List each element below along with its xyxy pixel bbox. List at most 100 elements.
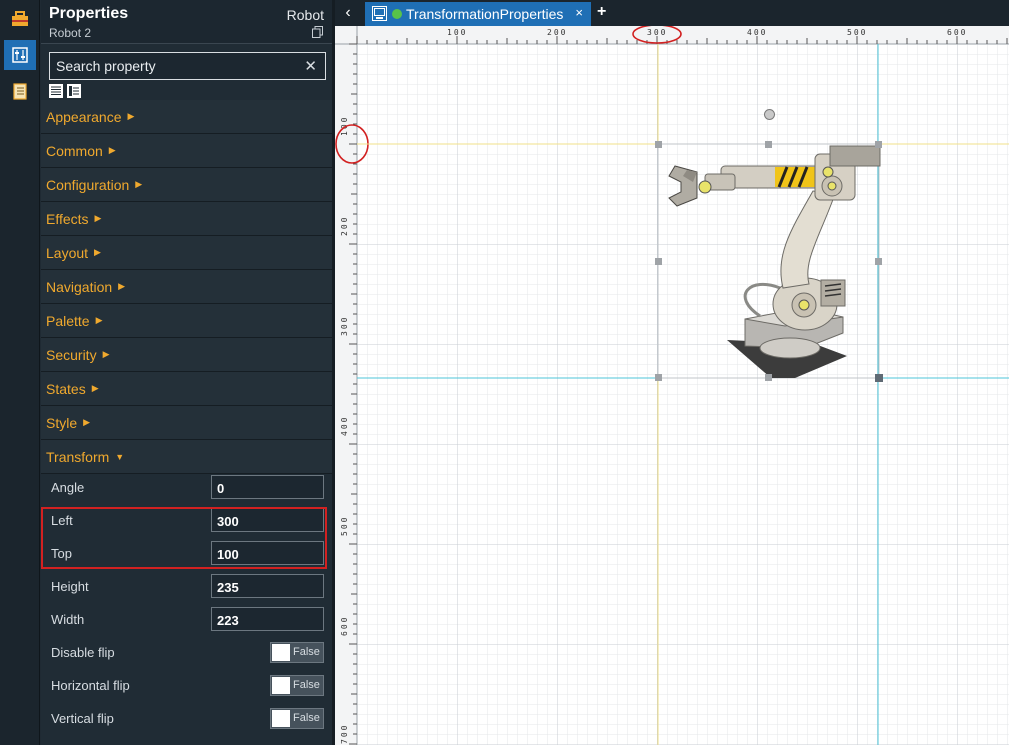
list-view-icon[interactable] (49, 84, 63, 98)
resize-handle-s[interactable] (765, 374, 772, 381)
toolbox-button[interactable] (4, 4, 36, 34)
property-width: Width 223 (41, 602, 332, 635)
property-label: Left (51, 513, 73, 528)
height-input[interactable]: 235 (211, 574, 324, 598)
copy-icon[interactable] (312, 26, 323, 38)
toggle-knob (272, 644, 290, 661)
section-label: Style (46, 414, 78, 431)
ruler-label-v-500: 500 (340, 516, 349, 536)
clear-search-icon[interactable]: ✕ (304, 57, 317, 75)
resize-handle-sw[interactable] (655, 374, 662, 381)
section-label: Common (46, 142, 103, 159)
selected-object-type: Robot (286, 7, 324, 23)
caret-right-icon: ▶ (127, 111, 135, 121)
hazard-stripes (775, 166, 815, 188)
section-label: Layout (46, 244, 89, 261)
properties-button[interactable] (4, 40, 36, 70)
section-common[interactable]: Common ▶ (41, 134, 332, 168)
notebook-icon (13, 82, 27, 100)
horizontal-flip-toggle[interactable]: False (270, 675, 324, 696)
section-navigation[interactable]: Navigation ▶ (41, 270, 332, 304)
section-transform[interactable]: Transform ▼ (41, 440, 332, 474)
ruler-label-v-300: 300 (340, 316, 349, 336)
section-label: Navigation (46, 278, 113, 295)
resize-handle-ne[interactable] (875, 141, 882, 148)
document-tabbar: ‹ TransformationProperties × + (335, 0, 1009, 26)
property-height: Height 235 (41, 569, 332, 602)
section-layout[interactable]: Layout ▶ (41, 236, 332, 270)
display-icon (372, 6, 387, 21)
property-angle: Angle 0 (41, 470, 332, 503)
caret-right-icon: ▶ (108, 145, 116, 155)
property-label: Vertical flip (51, 711, 114, 726)
section-label: Transform (46, 448, 110, 465)
toolbox-icon (12, 11, 28, 26)
toggle-label: False (293, 712, 320, 724)
property-label: Top (51, 546, 72, 561)
section-label: Security (46, 346, 97, 363)
resize-handle-nw[interactable] (655, 141, 662, 148)
caret-right-icon: ▶ (91, 383, 99, 393)
ruler-label-h-400: 400 (747, 28, 767, 37)
designer-area: ‹ TransformationProperties × + 100 200 3… (335, 0, 1009, 745)
resize-handle-w[interactable] (655, 258, 662, 265)
ruler-label-h-300: 300 (647, 28, 667, 37)
resize-handle-e[interactable] (875, 258, 882, 265)
rotate-handle[interactable] (764, 109, 775, 120)
disable-flip-toggle[interactable]: False (270, 642, 324, 663)
caret-right-icon: ▶ (95, 315, 103, 325)
section-security[interactable]: Security ▶ (41, 338, 332, 372)
toggle-knob (272, 677, 290, 694)
section-style[interactable]: Style ▶ (41, 406, 332, 440)
angle-input[interactable]: 0 (211, 475, 324, 499)
close-tab-icon[interactable]: × (575, 5, 583, 20)
section-label: Appearance (46, 108, 122, 125)
back-icon[interactable]: ‹ (339, 4, 357, 22)
tab-label: TransformationProperties (406, 6, 564, 22)
section-label: Configuration (46, 176, 130, 193)
toggle-label: False (293, 646, 320, 658)
section-label: Palette (46, 312, 90, 329)
property-label: Disable flip (51, 645, 115, 660)
caret-right-icon: ▶ (102, 349, 110, 359)
ruler-label-v-700: 700 (340, 724, 349, 744)
tab-transformation-properties[interactable]: TransformationProperties × (365, 2, 591, 26)
width-input[interactable]: 223 (211, 607, 324, 631)
property-disable-flip: Disable flip False (41, 635, 332, 668)
caret-right-icon: ▶ (118, 281, 126, 291)
ruler-label-h-600: 600 (947, 28, 967, 37)
resize-handle-se[interactable] (875, 374, 883, 382)
section-palette[interactable]: Palette ▶ (41, 304, 332, 338)
search-input[interactable] (50, 53, 295, 79)
caret-right-icon: ▶ (94, 247, 101, 257)
app-root: Properties Robot 2 Robot ✕ (0, 0, 1009, 745)
property-label: Width (51, 612, 85, 627)
notebook-button[interactable] (4, 76, 36, 106)
properties-icon (12, 47, 28, 63)
ruler-label-v-200: 200 (340, 216, 349, 236)
section-configuration[interactable]: Configuration ▶ (41, 168, 332, 202)
resize-handle-n[interactable] (765, 141, 772, 148)
design-canvas[interactable]: 100 200 300 400 500 600 100 200 300 400 … (335, 26, 1009, 745)
add-tab-icon[interactable]: + (597, 3, 606, 21)
section-appearance[interactable]: Appearance ▶ (41, 100, 332, 134)
section-label: States (46, 380, 86, 397)
panel-header: Properties Robot 2 Robot (41, 0, 332, 44)
caret-down-icon: ▼ (115, 451, 125, 462)
vertical-flip-toggle[interactable]: False (270, 708, 324, 729)
ruler-label-v-600: 600 (340, 616, 349, 636)
left-input[interactable]: 300 (211, 508, 324, 532)
property-top: Top 100 (41, 536, 332, 569)
top-input[interactable]: 100 (211, 541, 324, 565)
properties-panel: Properties Robot 2 Robot ✕ (41, 0, 335, 745)
icon-toolbar (0, 0, 40, 745)
transform-properties: Angle 0 Left 300 Top 100 Height 235 Widt… (41, 470, 332, 734)
section-states[interactable]: States ▶ (41, 372, 332, 406)
section-effects[interactable]: Effects ▶ (41, 202, 332, 236)
categorized-view-icon[interactable] (67, 84, 81, 98)
ruler-label-h-200: 200 (547, 28, 567, 37)
property-label: Angle (51, 480, 85, 495)
property-label: Horizontal flip (51, 678, 130, 693)
section-label: Effects (46, 210, 89, 227)
toggle-label: False (293, 679, 320, 691)
